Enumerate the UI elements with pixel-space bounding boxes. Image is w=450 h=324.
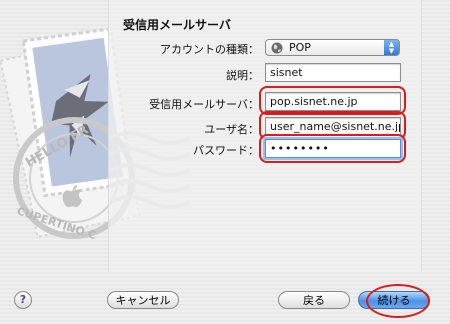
password-field[interactable]: ••••••••	[265, 139, 401, 158]
password-label: パスワード：	[193, 144, 259, 157]
account-type-value: POP	[289, 41, 311, 54]
description-label: 説明：	[226, 69, 259, 82]
continue-button[interactable]: 続ける	[358, 291, 430, 309]
incoming-server-field[interactable]: pop.sisnet.ne.jp	[265, 92, 401, 111]
back-button[interactable]: 戻る	[278, 291, 350, 309]
account-type-label: アカウントの種類：	[160, 43, 259, 56]
globe-icon	[271, 42, 283, 54]
account-type-popup[interactable]: POP ▲ ▼	[265, 39, 400, 56]
description-field[interactable]: sisnet	[265, 63, 401, 82]
username-field[interactable]: user_name@sisnet.ne.jp	[265, 117, 401, 136]
section-title: 受信用メールサーバ	[123, 18, 231, 32]
incoming-server-label: 受信用メールサーバ：	[149, 98, 259, 111]
popup-arrows-icon: ▲ ▼	[384, 40, 399, 55]
cancel-button[interactable]: キャンセル	[107, 291, 179, 309]
help-button[interactable]: ?	[14, 291, 32, 309]
mail-setup-window: HELLO FR CUPERTINO C 受信用メールサーバ アカウントの種類：…	[0, 0, 450, 324]
username-label: ユーザ名：	[204, 123, 259, 136]
